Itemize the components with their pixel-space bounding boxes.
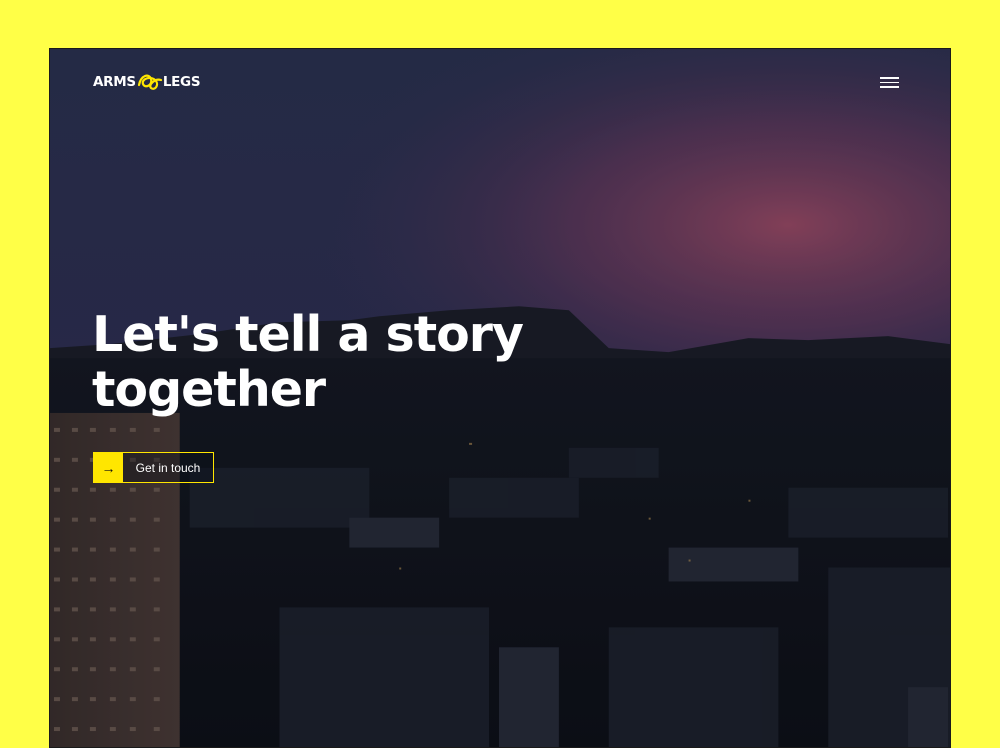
headline-line-2: together (92, 361, 326, 418)
arrow-right-icon: → (94, 453, 123, 482)
get-in-touch-label: Get in touch (135, 460, 201, 475)
hero-section: ARMS LEGS Let's tell a story together → … (49, 48, 951, 748)
headline-line-1: Let's tell a story (92, 306, 524, 363)
squiggle-logo-icon (137, 74, 162, 90)
get-in-touch-button[interactable]: → Get in touch (93, 452, 214, 483)
logo-text-arms: ARMS (93, 74, 136, 90)
hero-headline: Let's tell a story together (92, 307, 612, 417)
brand-logo[interactable]: ARMS LEGS (93, 69, 201, 95)
hamburger-menu-icon[interactable] (873, 71, 907, 93)
logo-text-legs: LEGS (162, 74, 201, 90)
